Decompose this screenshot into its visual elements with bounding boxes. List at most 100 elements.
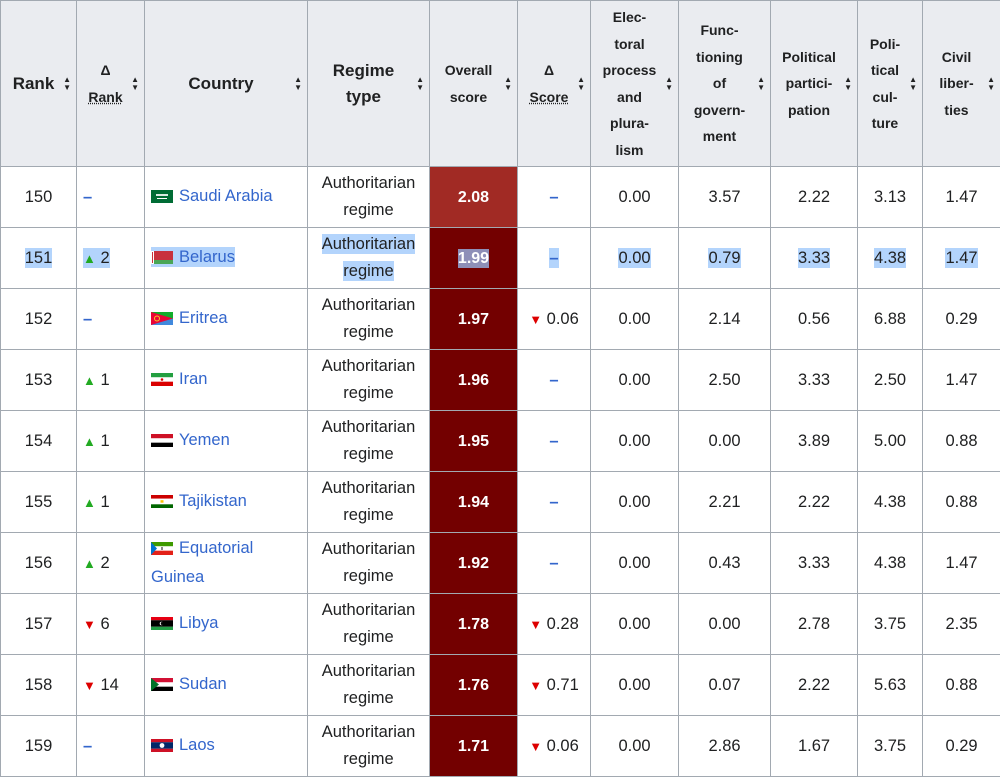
sort-icon[interactable]: ▲▼	[294, 76, 302, 92]
sort-icon[interactable]: ▲▼	[577, 76, 585, 92]
participation-value: 2.78	[798, 615, 830, 633]
eqguinea-flag-icon[interactable]	[151, 537, 173, 564]
sort-icon[interactable]: ▲▼	[416, 76, 424, 92]
participation-cell: 2.22	[771, 472, 858, 533]
sort-icon[interactable]: ▲▼	[665, 76, 673, 92]
header-label-line: score	[450, 89, 487, 105]
functioning-value: 0.79	[708, 249, 740, 267]
column-header-overall-score[interactable]: Overall score ▲▼	[430, 1, 518, 167]
delta-rank-value: 6	[100, 615, 109, 633]
functioning-cell: 0.00	[679, 411, 771, 472]
overall-score-cell: 1.95	[430, 411, 518, 472]
regime-type-cell: Authoritarian regime	[308, 594, 430, 655]
regime-type-line: Authoritarian	[322, 601, 416, 619]
sort-icon[interactable]: ▲▼	[63, 76, 71, 92]
country-link[interactable]: Iran	[179, 370, 207, 388]
sudan-flag-icon[interactable]	[151, 673, 173, 700]
country-link[interactable]: Belarus	[179, 248, 235, 266]
delta-rank-cell: ▲ 1	[77, 350, 145, 411]
electoral-process-cell: 0.00	[591, 533, 679, 594]
electoral-process-cell: 0.00	[591, 228, 679, 289]
sort-icon[interactable]: ▲▼	[909, 76, 917, 92]
country-cell: Belarus	[145, 228, 308, 289]
header-label: Rank	[13, 71, 65, 97]
functioning-cell: 0.00	[679, 594, 771, 655]
participation-value: 1.67	[798, 737, 830, 755]
culture-cell: 3.75	[858, 716, 923, 777]
sort-icon[interactable]: ▲▼	[757, 76, 765, 92]
delta-rank-value: 14	[100, 676, 118, 694]
column-header-political-participation[interactable]: Politicalpartici-pation ▲▼	[771, 1, 858, 167]
header-label-line: Civil	[942, 49, 972, 65]
header-label: Rank	[88, 84, 122, 111]
column-header-rank[interactable]: Rank ▲▼	[1, 1, 77, 167]
participation-cell: 3.33	[771, 533, 858, 594]
column-header-civil-liberties[interactable]: Civilliber-ties ▲▼	[923, 1, 1000, 167]
delta-score-value: 0.71	[547, 676, 579, 694]
civil-liberties-cell: 1.47	[923, 167, 1000, 228]
up-triangle-icon: ▲	[83, 556, 96, 571]
column-header-country[interactable]: Country ▲▼	[145, 1, 308, 167]
down-triangle-icon: ▼	[83, 678, 96, 693]
table-row: 156▲ 2Equatorial GuineaAuthoritarianregi…	[1, 533, 1000, 594]
header-label-line: tioning	[696, 49, 743, 65]
culture-value: 5.63	[874, 676, 906, 694]
delta-rank-cell: ▲ 1	[77, 411, 145, 472]
no-change-dash-icon: –	[549, 188, 558, 206]
country-link[interactable]: Yemen	[179, 431, 230, 449]
regime-type-cell: Authoritarianregime	[308, 472, 430, 533]
saudi-flag-icon[interactable]	[151, 185, 173, 212]
participation-value: 2.22	[798, 676, 830, 694]
electoral-process-value: 0.00	[618, 737, 650, 755]
electoral-process-value: 0.00	[618, 676, 650, 694]
sort-icon[interactable]: ▲▼	[504, 76, 512, 92]
country-link[interactable]: Libya	[179, 614, 218, 632]
sort-icon[interactable]: ▲▼	[131, 76, 139, 92]
rank-value: 153	[25, 371, 53, 389]
country-cell: Iran	[145, 350, 308, 411]
sort-icon[interactable]: ▲▼	[987, 76, 995, 92]
regime-type-line: regime	[343, 323, 393, 341]
regime-type-line: Authoritarian	[322, 357, 416, 375]
rank-cell: 158	[1, 655, 77, 716]
yemen-flag-icon[interactable]	[151, 429, 173, 456]
overall-score-value: 1.92	[458, 555, 489, 572]
electoral-process-value: 0.00	[618, 554, 650, 572]
country-link[interactable]: Sudan	[179, 675, 227, 693]
regime-type-line: Authoritarian	[322, 479, 416, 497]
no-change-dash-icon: –	[549, 493, 558, 511]
table-row: 157▼ 6LibyaAuthoritarianregime1.78▼ 0.28…	[1, 594, 1000, 655]
functioning-value: 0.00	[708, 615, 740, 633]
culture-value: 4.38	[874, 249, 906, 267]
participation-value: 2.22	[798, 188, 830, 206]
libya-flag-icon[interactable]	[151, 612, 173, 639]
header-label: Score	[530, 84, 569, 111]
regime-type-line: Authoritarian	[322, 296, 416, 314]
regime-type-line: Authoritarian	[322, 540, 416, 558]
down-triangle-icon: ▼	[529, 678, 542, 693]
column-header-regime-type[interactable]: Regime type ▲▼	[308, 1, 430, 167]
regime-type-cell: Authoritarianregime	[308, 411, 430, 472]
country-link[interactable]: Tajikistan	[179, 492, 247, 510]
eritrea-flag-icon[interactable]	[151, 307, 173, 334]
functioning-value: 3.57	[708, 188, 740, 206]
country-link[interactable]: Eritrea	[179, 309, 228, 327]
participation-cell: 3.33	[771, 228, 858, 289]
laos-flag-icon[interactable]	[151, 734, 173, 761]
column-header-delta-rank[interactable]: Δ Rank ▲▼	[77, 1, 145, 167]
tajikistan-flag-icon[interactable]	[151, 490, 173, 517]
header-label-line: govern-	[694, 102, 745, 118]
sort-icon[interactable]: ▲▼	[844, 76, 852, 92]
down-triangle-icon: ▼	[83, 617, 96, 632]
column-header-functioning-of-government[interactable]: Func-tioningofgovern-ment ▲▼	[679, 1, 771, 167]
column-header-electoral-process[interactable]: Elec-toralprocessandplura-lism ▲▼	[591, 1, 679, 167]
regime-type-line: regime	[343, 628, 393, 646]
country-link[interactable]: Saudi Arabia	[179, 187, 273, 205]
no-change-dash-icon: –	[549, 432, 558, 450]
country-link[interactable]: Laos	[179, 736, 215, 754]
belarus-flag-icon[interactable]	[151, 246, 173, 273]
iran-flag-icon[interactable]	[151, 368, 173, 395]
column-header-delta-score[interactable]: Δ Score ▲▼	[518, 1, 591, 167]
civil-liberties-value: 1.47	[945, 371, 977, 389]
column-header-political-culture[interactable]: Poli-ticalcul-ture ▲▼	[858, 1, 923, 167]
